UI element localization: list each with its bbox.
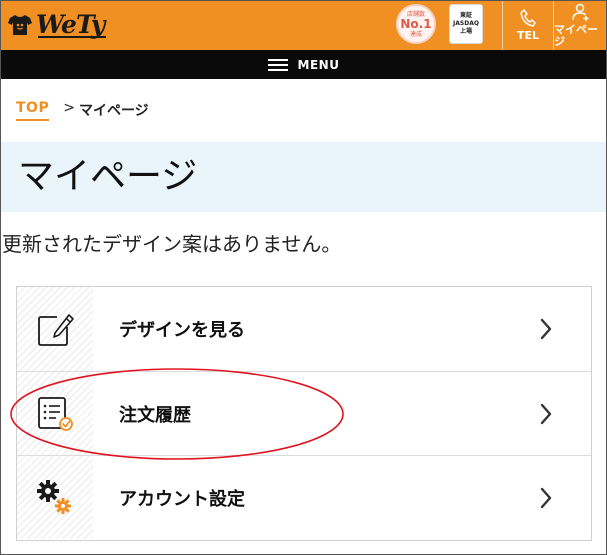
jasdaq-listed-badge: 東証 JASDAQ 上場 (445, 4, 487, 46)
site-header: WeTy 店舗数 No.1 達成 東証 JASDAQ 上場 TEL マイページ (0, 0, 607, 50)
chevron-right-icon (531, 314, 561, 344)
edit-icon (38, 314, 74, 346)
menu-item-label: アカウント設定 (119, 488, 245, 510)
jasdaq-line2: JASDAQ (453, 20, 479, 27)
menu-label: MENU (297, 57, 340, 72)
breadcrumb-top-link[interactable]: TOP (16, 100, 50, 121)
jasdaq-line1: 東証 (459, 12, 472, 19)
menu-item-view-designs[interactable]: デザインを見る (17, 287, 591, 371)
gears-icon (37, 479, 71, 514)
chevron-right-icon (531, 399, 561, 429)
no-updates-message: 更新されたデザイン案はありません。 (2, 232, 342, 256)
menu-item-label: デザインを見る (119, 320, 245, 341)
badge-no1-main-text: No.1 (400, 16, 432, 31)
phone-icon (520, 8, 536, 27)
logo-text: WeTy (36, 10, 107, 39)
annotation-ellipse (10, 368, 344, 460)
item-icon-cell (17, 287, 93, 371)
no1-award-badge: 店舗数 No.1 達成 (396, 4, 438, 46)
badge-no1-bottom-text: 達成 (409, 30, 422, 38)
breadcrumb: TOP > マイページ (16, 100, 149, 124)
global-menu-bar[interactable]: MENU (0, 50, 607, 79)
jasdaq-line3: 上場 (459, 28, 472, 35)
mypage-header-label: マイページ (554, 22, 598, 48)
menu-item-account-settings[interactable]: アカウント設定 (17, 455, 591, 539)
tel-button[interactable]: TEL (503, 0, 553, 50)
hamburger-icon (267, 58, 288, 71)
page-title-bar: マイページ (0, 142, 607, 212)
tel-label: TEL (516, 28, 540, 42)
breadcrumb-current: マイページ (78, 103, 149, 119)
user-add-icon (571, 3, 588, 21)
tshirt-logo-icon (8, 15, 32, 35)
breadcrumb-separator: > (63, 100, 75, 116)
chevron-right-icon (531, 483, 561, 513)
mypage-header-button[interactable]: マイページ (554, 0, 607, 50)
page-title: マイページ (18, 156, 198, 197)
item-icon-cell (17, 456, 93, 539)
wety-logo[interactable]: WeTy (8, 10, 107, 40)
